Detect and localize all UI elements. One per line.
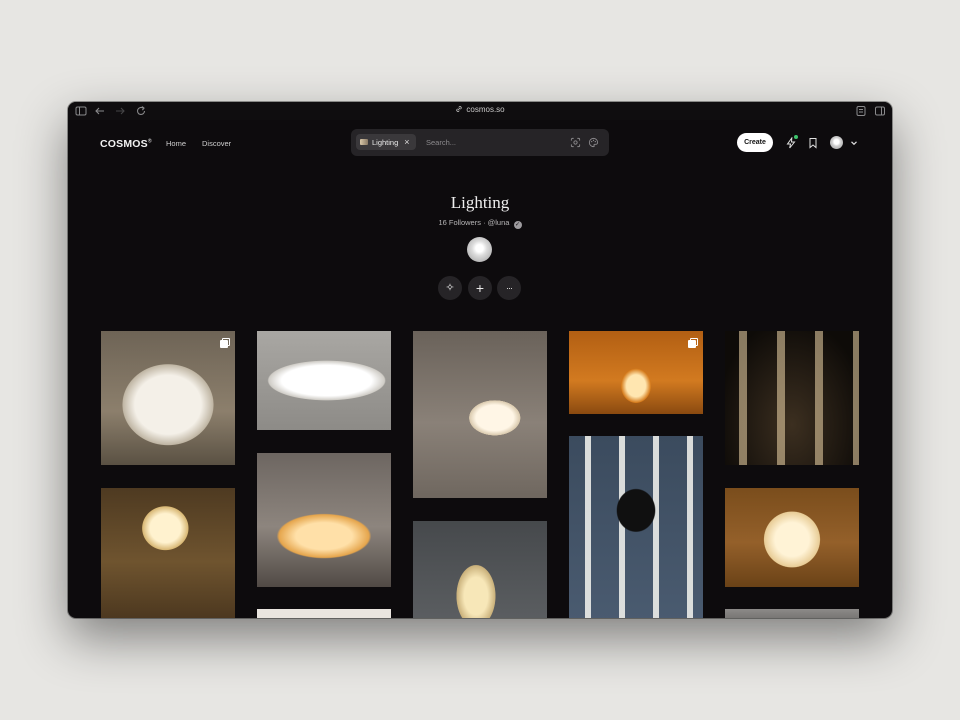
chip-thumbnail <box>360 139 368 145</box>
split-view-icon[interactable] <box>874 105 886 117</box>
page-title: Lighting <box>450 193 510 212</box>
link-icon <box>456 106 463 112</box>
reader-icon[interactable] <box>855 105 867 117</box>
cosmos-logo[interactable]: COSMOS® <box>100 138 152 150</box>
grid-tile[interactable] <box>413 521 547 618</box>
followers-count[interactable]: 16 Followers <box>438 218 481 227</box>
collection-stack-icon <box>688 338 698 348</box>
grid-tile[interactable] <box>569 331 703 414</box>
user-avatar[interactable] <box>830 136 843 149</box>
owner-handle[interactable]: @luna <box>488 218 510 227</box>
grid-tile[interactable] <box>725 331 859 465</box>
nav-discover[interactable]: Discover <box>202 139 231 148</box>
browser-toolbar: cosmos.so <box>68 102 892 120</box>
bookmark-icon[interactable] <box>807 137 819 149</box>
grid-tile[interactable] <box>569 436 703 618</box>
sparkle-button[interactable]: ✧ <box>438 276 462 300</box>
sparkle-icon: ✧ <box>445 282 455 294</box>
more-button[interactable]: ··· <box>497 276 521 300</box>
address-bar[interactable]: cosmos.so <box>68 105 892 114</box>
grid-tile[interactable] <box>257 453 391 587</box>
url-text: cosmos.so <box>466 105 505 114</box>
create-button[interactable]: Create <box>737 133 773 152</box>
logo-mark: ® <box>147 138 152 145</box>
verified-icon: ✓ <box>513 221 522 229</box>
grid-tile[interactable] <box>101 488 235 618</box>
chevron-down-icon[interactable] <box>849 138 859 148</box>
visual-search-icon[interactable] <box>570 137 581 148</box>
color-palette-icon[interactable] <box>588 137 599 148</box>
grid-tile[interactable] <box>257 331 391 430</box>
grid-tile[interactable] <box>725 488 859 587</box>
chip-label: Lighting <box>372 137 399 147</box>
owner-avatar[interactable] <box>467 237 492 262</box>
grid-tile[interactable] <box>257 609 391 618</box>
add-button[interactable]: + <box>468 276 492 300</box>
search-bar[interactable]: Lighting × <box>351 129 609 156</box>
collection-stack-icon <box>220 338 230 348</box>
grid-tile[interactable] <box>725 609 859 618</box>
search-input[interactable] <box>426 135 556 149</box>
search-filter-chip[interactable]: Lighting × <box>356 134 416 150</box>
plus-icon: + <box>475 280 485 296</box>
notification-dot <box>794 135 798 139</box>
chip-close-icon[interactable]: × <box>404 137 409 147</box>
grid-tile[interactable] <box>413 331 547 498</box>
grid-tile[interactable] <box>101 331 235 465</box>
more-icon: ··· <box>506 283 513 293</box>
meta-separator: · <box>483 218 486 227</box>
cluster-meta: 16 Followers · @luna ✓ <box>68 218 892 229</box>
logo-text: COSMOS <box>100 138 148 150</box>
browser-window: cosmos.so COSMOS® Home Discover Lighting… <box>68 102 892 618</box>
nav-home[interactable]: Home <box>166 139 186 148</box>
